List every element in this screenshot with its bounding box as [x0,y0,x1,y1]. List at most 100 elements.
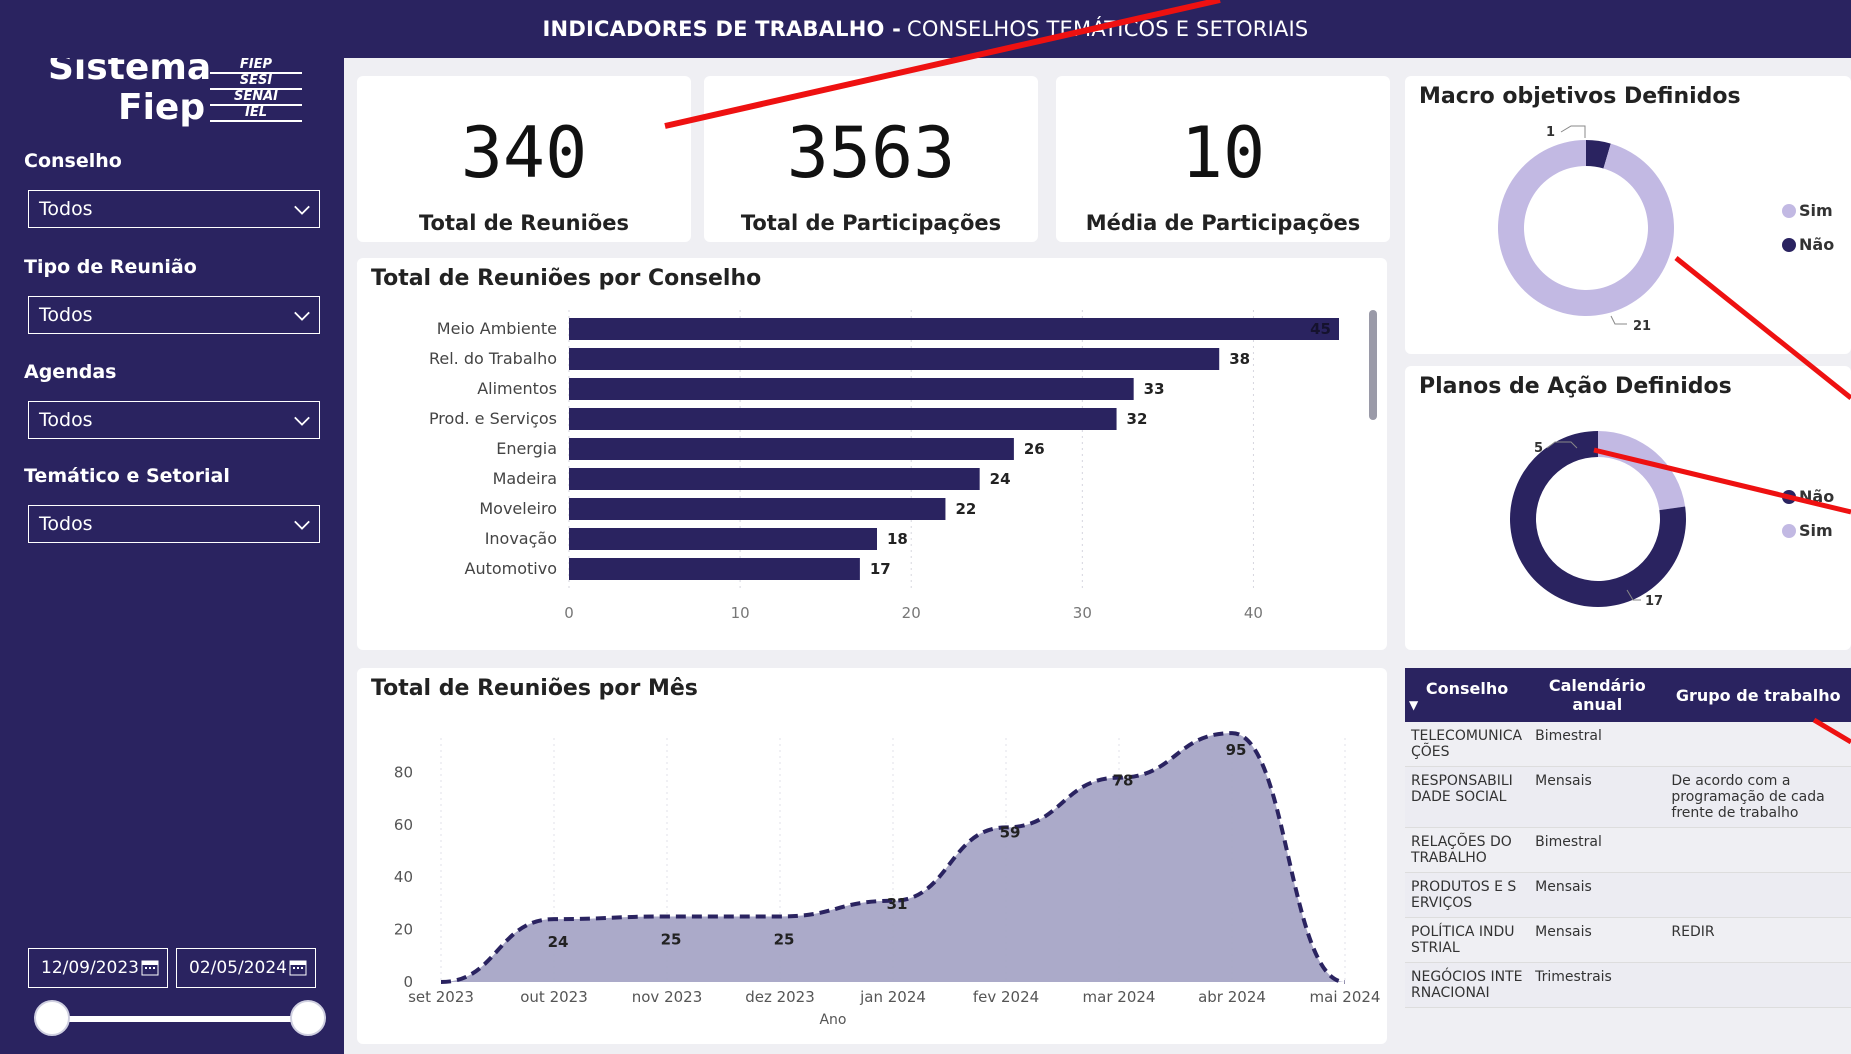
brand-logo: Sistema Fiep FIEP SESI SENAI IEL [48,50,308,130]
bar-x-tick-label: 20 [902,604,921,622]
legend-label: Não [1799,487,1834,506]
area-data-label: 25 [661,931,682,949]
table-cell-calendario: Trimestrais [1529,962,1666,1008]
filter-label-conselho: Conselho [24,150,122,172]
bar-category-label: Madeira [493,469,557,488]
table-cell-grupo [1665,827,1851,873]
legend-label: Sim [1799,521,1833,540]
table-cell-calendario: Bimestral [1529,827,1666,873]
area-chart: set 2023 out 2023 nov 2023 dez 2023 jan 2024… [394,731,1380,1028]
bar-mark [569,438,1014,460]
area-y-tick-label: 80 [394,763,413,781]
donut-data-label: 17 [1645,594,1663,609]
kpi-total-reunioes-value: 340 [460,112,588,194]
bar-mark [569,408,1117,430]
date-slider-start-handle[interactable] [34,1000,70,1036]
conselho-table: Conselho ▼ Calendário anual Grupo de trab… [1405,668,1851,1008]
bar-chart-scrollbar[interactable] [1369,310,1377,420]
chevron-down-icon [294,520,310,530]
bar-value-label: 24 [990,470,1011,488]
table-cell-grupo: De acordo com a programação de cada fren… [1665,766,1851,828]
table-row[interactable]: RELAÇÕES DO TRABALHO Bimestral [1405,827,1851,873]
bar-mark [569,318,1339,340]
logo-fiep-text: FIEP [210,58,302,74]
table-header-grupo[interactable]: Grupo de trabalho [1665,668,1851,722]
bar-category-label: Inovação [485,529,557,548]
donut-data-label: 1 [1546,125,1555,140]
date-slider-end-handle[interactable] [290,1000,326,1036]
donut-card-macro-objetivos: Macro objetivos Definidos 1 21 Sim Não [1405,76,1851,354]
conselho-dropdown[interactable]: Todos [28,190,320,228]
bar-x-tick-label: 30 [1073,604,1092,622]
tematico-setorial-dropdown[interactable]: Todos [28,505,320,543]
table-cell-grupo: REDIR [1665,917,1851,963]
tipo-reuniao-dropdown-value: Todos [39,304,93,326]
bar-value-label: 38 [1229,350,1250,368]
date-slider-track[interactable] [50,1016,308,1022]
area-x-tick-label: set 2023 [408,988,474,1006]
area-x-tick-label: fev 2024 [973,988,1039,1006]
kpi-total-participacoes-label: Total de Participações [740,211,1002,235]
table-cell-conselho: RELAÇÕES DO TRABALHO [1405,827,1530,873]
kpi-media-participacoes-value: 10 [1180,112,1266,194]
table-cell-calendario: Bimestral [1529,722,1666,767]
bar-value-label: 45 [1310,320,1331,338]
table-row[interactable]: PRODUTOS E SERVIÇOS Mensais [1405,872,1851,918]
area-data-label: 95 [1226,741,1247,759]
conselho-dropdown-value: Todos [39,198,93,220]
tematico-setorial-dropdown-value: Todos [39,513,93,535]
bar-category-label: Rel. do Trabalho [429,349,557,368]
legend-swatch [1782,238,1796,252]
area-x-tick-label: out 2023 [520,988,588,1006]
bar-category-label: Alimentos [477,379,557,398]
end-date-input[interactable]: 02/05/2024 [176,948,316,988]
donut-slice [1598,431,1686,511]
bar-value-label: 33 [1144,380,1165,398]
bar-value-label: 26 [1024,440,1045,458]
area-data-label: 25 [774,931,795,949]
screen: Sistema Fiep FIEP SESI SENAI IEL Conselh… [0,0,1851,1054]
logo-word-2: Fiep [118,87,206,128]
donut-slice [1498,140,1674,316]
tipo-reuniao-dropdown[interactable]: Todos [28,296,320,334]
table-header-calendario[interactable]: Calendário anual [1529,668,1666,722]
area-y-tick-label: 20 [394,921,413,939]
kpi-card-media-participacoes: 10 Média de Participações [1056,76,1390,242]
start-date-input[interactable]: 12/09/2023 [28,948,168,988]
area-fill [441,733,1345,982]
bar-value-label: 22 [955,500,976,518]
table-cell-conselho: RESPONSABILIDADE SOCIAL [1405,766,1530,828]
bar-value-label: 18 [887,530,908,548]
area-y-tick-label: 40 [394,868,413,886]
filter-label-agendas: Agendas [24,361,117,383]
bar-x-tick-label: 10 [731,604,750,622]
kpi-media-participacoes-label: Média de Participações [1085,211,1361,235]
area-x-tick-label: abr 2024 [1198,988,1266,1006]
donut-data-label: 21 [1633,319,1651,334]
table-cell-conselho: TELECOMUNICAÇÕES [1405,722,1530,767]
area-data-label: 24 [548,933,569,951]
table-header-conselho-label: Conselho [1425,678,1509,698]
table-row[interactable]: TELECOMUNICAÇÕES Bimestral [1405,722,1851,767]
chevron-down-icon [294,205,310,215]
table-row[interactable]: RESPONSABILIDADE SOCIAL Mensais De acordo … [1405,766,1851,828]
sidebar: Sistema Fiep FIEP SESI SENAI IEL Conselh… [0,10,344,1054]
bar-category-label: Automotivo [465,559,558,578]
agendas-dropdown[interactable]: Todos [28,401,320,439]
bar-mark [569,348,1220,370]
legend-swatch [1782,490,1796,504]
table-row[interactable]: POLÍTICA INDUSTRIAL Mensais REDIR [1405,917,1851,963]
bar-category-label: Prod. e Serviços [429,409,557,428]
agendas-dropdown-value: Todos [39,409,93,431]
bar-mark [569,468,980,490]
area-data-label: 31 [887,895,908,913]
bar-chart-card: Total de Reuniões por Conselho 0 10 20 30 40… [357,258,1387,650]
area-chart-card: Total de Reuniões por Mês set 2023 out 20… [357,668,1387,1044]
table-header-conselho[interactable]: Conselho ▼ [1405,668,1530,722]
table-cell-grupo [1665,722,1851,767]
bar-mark [569,528,877,550]
area-x-tick-label: jan 2024 [859,988,926,1006]
table-row[interactable]: NEGÓCIOS INTERNACIONAI Trimestrais [1405,962,1851,1008]
area-y-tick-label: 60 [394,816,413,834]
bar-chart: 0 10 20 30 40 Meio Ambiente 45 Rel. do Trabalho… [429,310,1339,622]
